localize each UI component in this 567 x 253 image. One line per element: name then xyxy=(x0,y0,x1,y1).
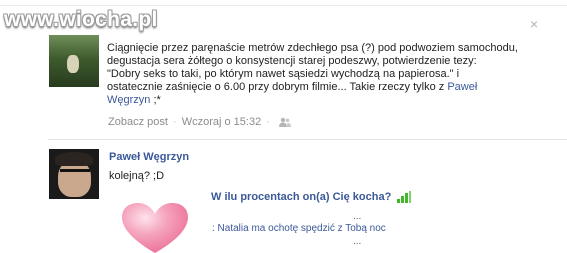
comment-text: kolejną? ;D xyxy=(109,170,165,182)
post-text-line: Węgrzyn ;* xyxy=(107,94,547,107)
timestamp[interactable]: Wczoraj o 15:32 xyxy=(182,116,261,128)
quiz-ellipsis: ... xyxy=(353,236,362,247)
quiz-title-text: W ilu procentach on(a) Cię kocha? xyxy=(211,191,392,203)
meta-separator: · xyxy=(266,116,270,128)
post-meta: Zobacz post · Wczoraj o 15:32 · xyxy=(108,116,291,128)
avatar[interactable] xyxy=(49,149,99,199)
people-icon[interactable] xyxy=(279,117,291,128)
post-text-segment: ostatecznie zaśnięcie o 6.00 przy dobrym… xyxy=(107,81,445,93)
signal-bars-icon xyxy=(397,191,412,203)
post-image[interactable] xyxy=(49,35,99,87)
quiz-ellipsis: ... xyxy=(353,211,362,222)
post-text-line: ostatecznie zaśnięcie o 6.00 przy dobrym… xyxy=(107,81,547,94)
divider xyxy=(48,139,567,140)
post-text-end: ;* xyxy=(150,94,161,106)
see-post-link[interactable]: Zobacz post xyxy=(108,116,168,128)
top-rule xyxy=(0,5,567,6)
heart-icon xyxy=(122,203,188,253)
watermark: www.wiocha.pl xyxy=(4,8,158,31)
post-text: Ciągnięcie przez paręnaście metrów zdech… xyxy=(107,42,547,107)
tagged-user-link-end[interactable]: Węgrzyn xyxy=(107,94,150,106)
post-text-line: "Dobry seks to taki, po którym nawet sąs… xyxy=(107,68,460,80)
quiz-title-link[interactable]: W ilu procentach on(a) Cię kocha? xyxy=(211,191,412,203)
tagged-user-link[interactable]: Paweł xyxy=(447,81,477,93)
post-text-line: Ciągnięcie przez paręnaście metrów zdech… xyxy=(107,42,518,54)
quiz-result-line[interactable]: : Natalia ma ochotę spędzić z Tobą noc xyxy=(212,223,386,234)
meta-separator: · xyxy=(172,116,177,128)
close-icon[interactable]: × xyxy=(530,16,538,32)
comment-author[interactable]: Paweł Węgrzyn xyxy=(109,151,189,163)
post-text-line: degustacja sera żółtego o konsystencji s… xyxy=(107,55,477,67)
